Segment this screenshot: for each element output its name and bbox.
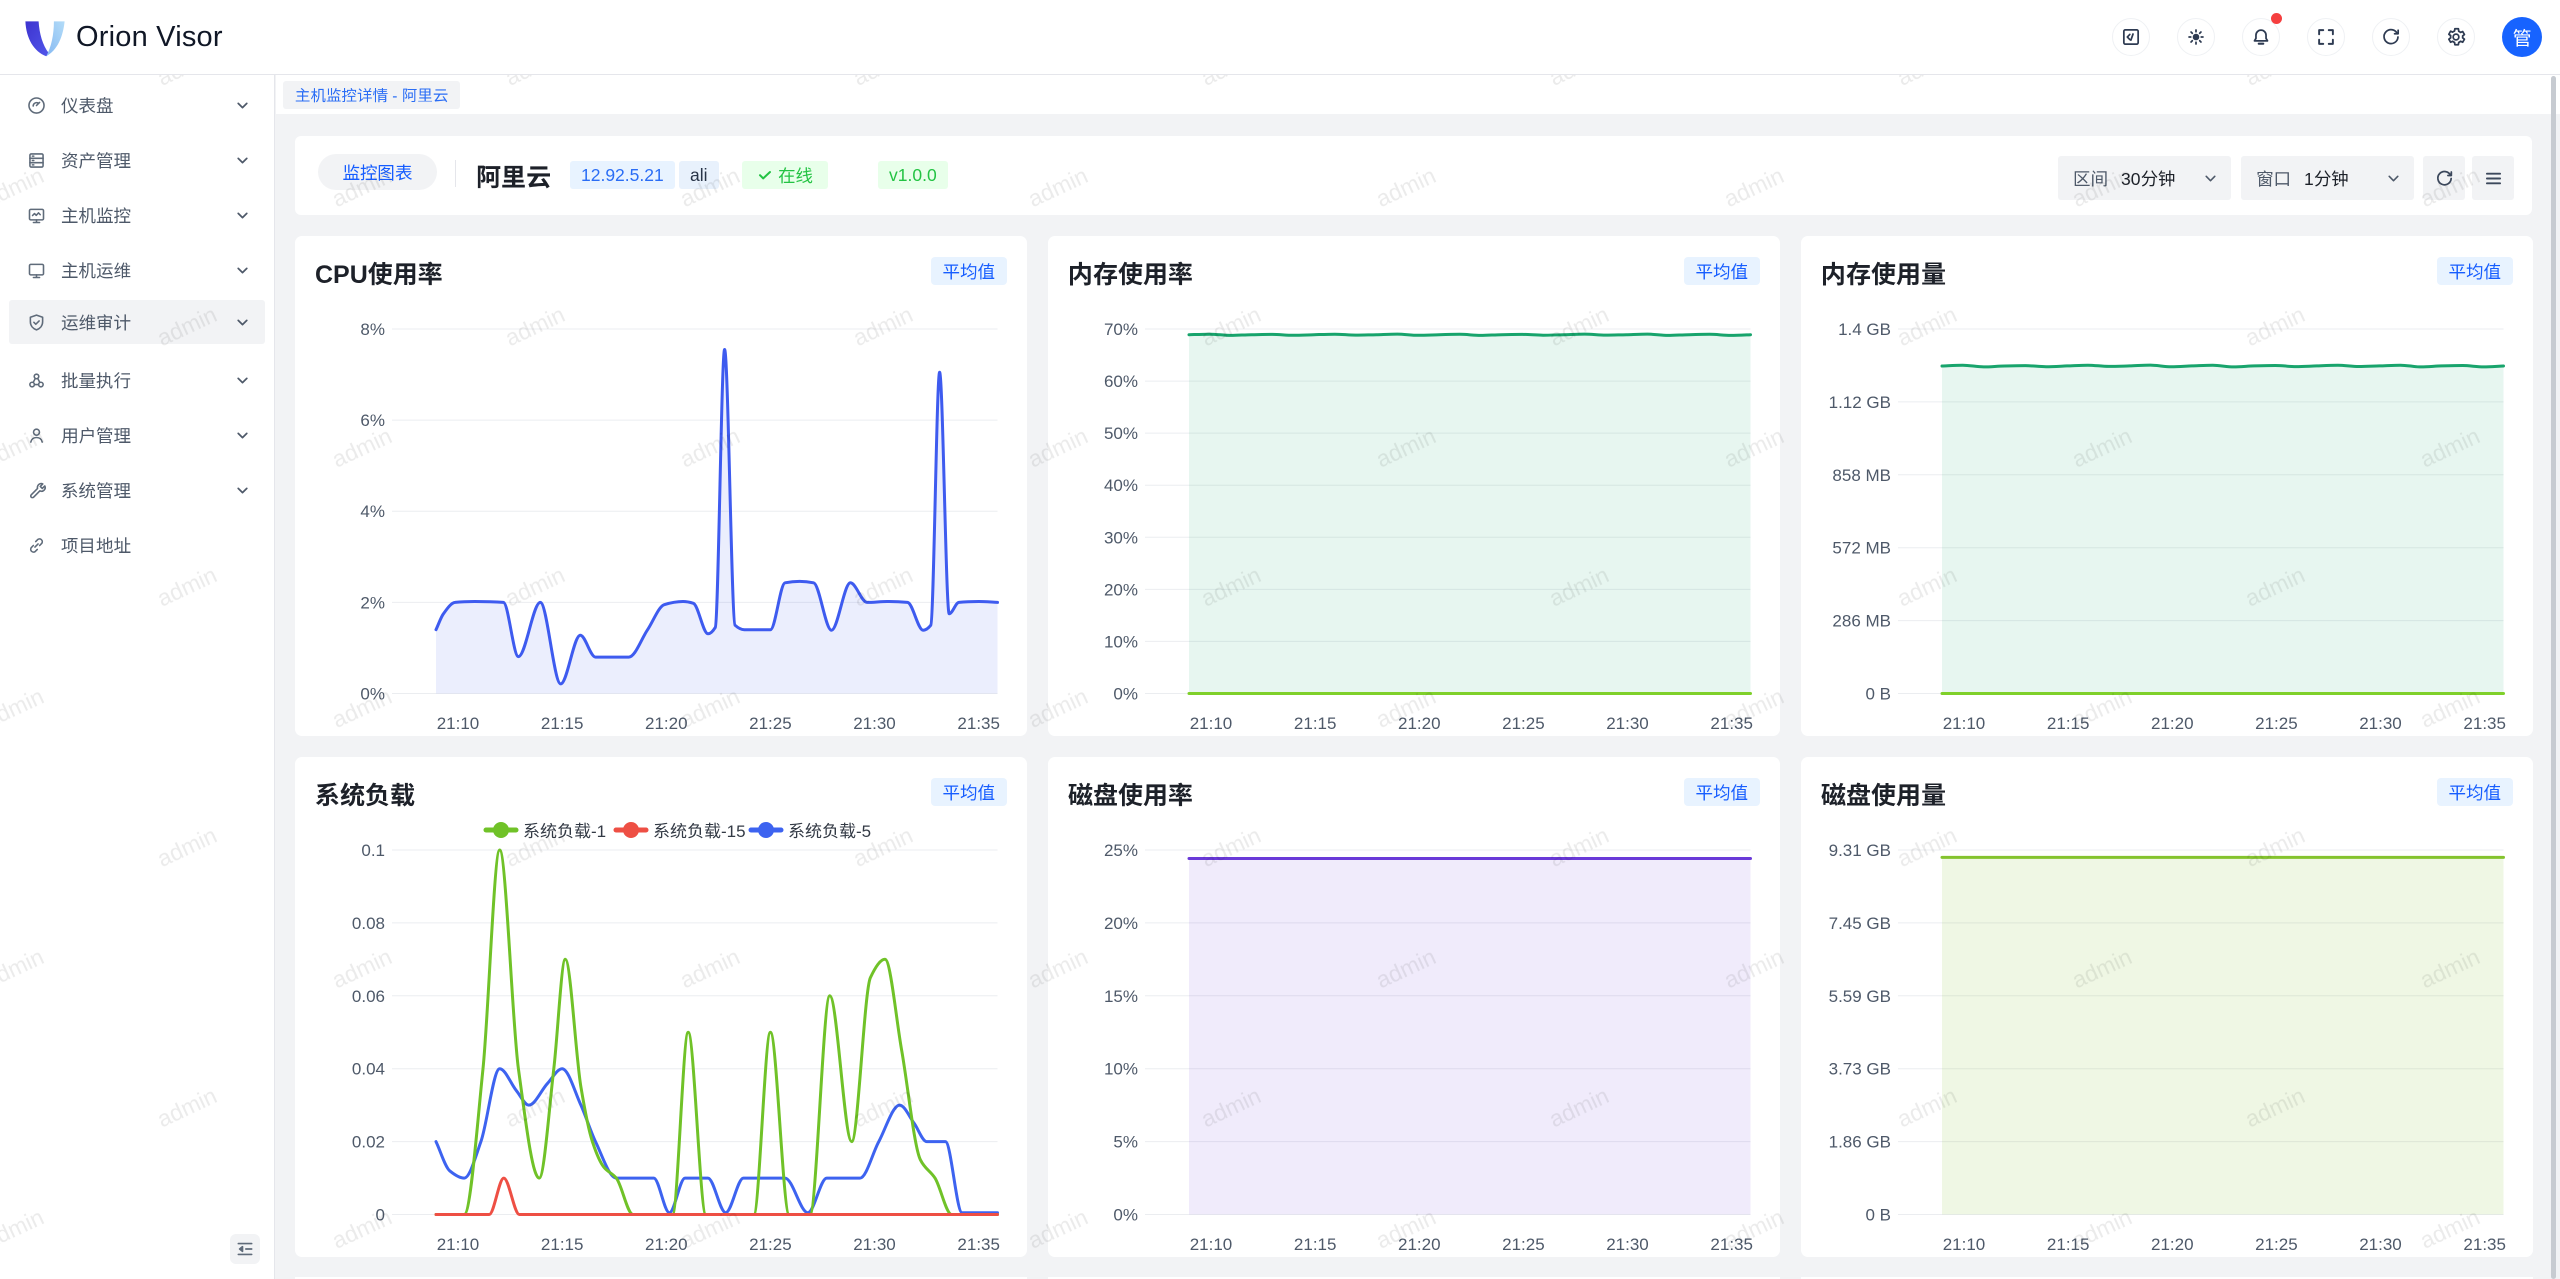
svg-text:21:35: 21:35 (1710, 1235, 1753, 1254)
svg-text:21:10: 21:10 (1943, 1235, 1986, 1254)
svg-text:21:30: 21:30 (2359, 1235, 2402, 1254)
svg-text:572 MB: 572 MB (1832, 539, 1891, 558)
svg-text:21:20: 21:20 (2151, 1235, 2194, 1254)
svg-text:4%: 4% (360, 502, 385, 521)
svg-text:21:30: 21:30 (1606, 714, 1649, 733)
svg-text:21:10: 21:10 (1190, 1235, 1233, 1254)
svg-text:21:20: 21:20 (645, 1235, 688, 1254)
svg-text:系统负载-1: 系统负载-1 (523, 822, 606, 841)
svg-text:10%: 10% (1104, 1060, 1138, 1079)
svg-text:15%: 15% (1104, 987, 1138, 1006)
svg-text:21:20: 21:20 (1398, 1235, 1441, 1254)
svg-text:0.1: 0.1 (361, 841, 385, 860)
svg-text:21:15: 21:15 (541, 1235, 584, 1254)
svg-text:7.45 GB: 7.45 GB (1829, 914, 1891, 933)
svg-text:21:20: 21:20 (1398, 714, 1441, 733)
svg-text:0%: 0% (360, 685, 385, 704)
svg-text:21:15: 21:15 (541, 714, 584, 733)
svg-text:70%: 70% (1104, 320, 1138, 339)
svg-text:40%: 40% (1104, 476, 1138, 495)
svg-text:21:35: 21:35 (2463, 1235, 2506, 1254)
svg-text:25%: 25% (1104, 841, 1138, 860)
svg-text:0.02: 0.02 (352, 1133, 385, 1152)
svg-text:6%: 6% (360, 411, 385, 430)
svg-text:5%: 5% (1113, 1133, 1138, 1152)
svg-text:21:20: 21:20 (645, 714, 688, 733)
svg-text:21:10: 21:10 (1190, 714, 1233, 733)
svg-text:286 MB: 286 MB (1832, 612, 1891, 631)
svg-text:21:25: 21:25 (1502, 1235, 1545, 1254)
svg-text:21:35: 21:35 (2463, 714, 2506, 733)
svg-text:3.73 GB: 3.73 GB (1829, 1060, 1891, 1079)
svg-text:20%: 20% (1104, 914, 1138, 933)
svg-text:0 B: 0 B (1865, 1206, 1891, 1225)
svg-text:21:25: 21:25 (2255, 714, 2298, 733)
svg-text:21:15: 21:15 (1294, 1235, 1337, 1254)
svg-text:0.06: 0.06 (352, 987, 385, 1006)
svg-text:30%: 30% (1104, 528, 1138, 547)
svg-text:21:30: 21:30 (853, 714, 896, 733)
svg-text:858 MB: 858 MB (1832, 466, 1891, 485)
svg-text:0 B: 0 B (1865, 685, 1891, 704)
svg-text:0.08: 0.08 (352, 914, 385, 933)
svg-text:21:25: 21:25 (2255, 1235, 2298, 1254)
svg-text:21:10: 21:10 (437, 714, 480, 733)
svg-text:8%: 8% (360, 320, 385, 339)
svg-text:21:30: 21:30 (853, 1235, 896, 1254)
svg-text:21:15: 21:15 (1294, 714, 1337, 733)
svg-text:0%: 0% (1113, 1206, 1138, 1225)
svg-text:21:25: 21:25 (1502, 714, 1545, 733)
svg-text:50%: 50% (1104, 424, 1138, 443)
svg-text:2%: 2% (360, 593, 385, 612)
svg-text:21:30: 21:30 (2359, 714, 2402, 733)
svg-text:21:35: 21:35 (1710, 714, 1753, 733)
svg-text:系统负载-15: 系统负载-15 (653, 822, 746, 841)
svg-text:20%: 20% (1104, 580, 1138, 599)
svg-text:21:20: 21:20 (2151, 714, 2194, 733)
svg-text:21:35: 21:35 (957, 1235, 1000, 1254)
svg-text:21:15: 21:15 (2047, 714, 2090, 733)
svg-text:0.04: 0.04 (352, 1060, 385, 1079)
svg-text:1.86 GB: 1.86 GB (1829, 1133, 1891, 1152)
svg-text:21:25: 21:25 (749, 714, 792, 733)
svg-text:1.12 GB: 1.12 GB (1829, 393, 1891, 412)
svg-text:21:10: 21:10 (437, 1235, 480, 1254)
svg-text:系统负载-5: 系统负载-5 (788, 822, 871, 841)
svg-text:21:15: 21:15 (2047, 1235, 2090, 1254)
svg-text:0%: 0% (1113, 685, 1138, 704)
svg-text:0: 0 (376, 1206, 385, 1225)
svg-text:10%: 10% (1104, 632, 1138, 651)
svg-text:21:35: 21:35 (957, 714, 1000, 733)
svg-text:60%: 60% (1104, 372, 1138, 391)
svg-text:21:10: 21:10 (1943, 714, 1986, 733)
svg-text:1.4 GB: 1.4 GB (1838, 320, 1891, 339)
svg-text:21:25: 21:25 (749, 1235, 792, 1254)
svg-text:5.59 GB: 5.59 GB (1829, 987, 1891, 1006)
svg-text:9.31 GB: 9.31 GB (1829, 841, 1891, 860)
svg-text:21:30: 21:30 (1606, 1235, 1649, 1254)
